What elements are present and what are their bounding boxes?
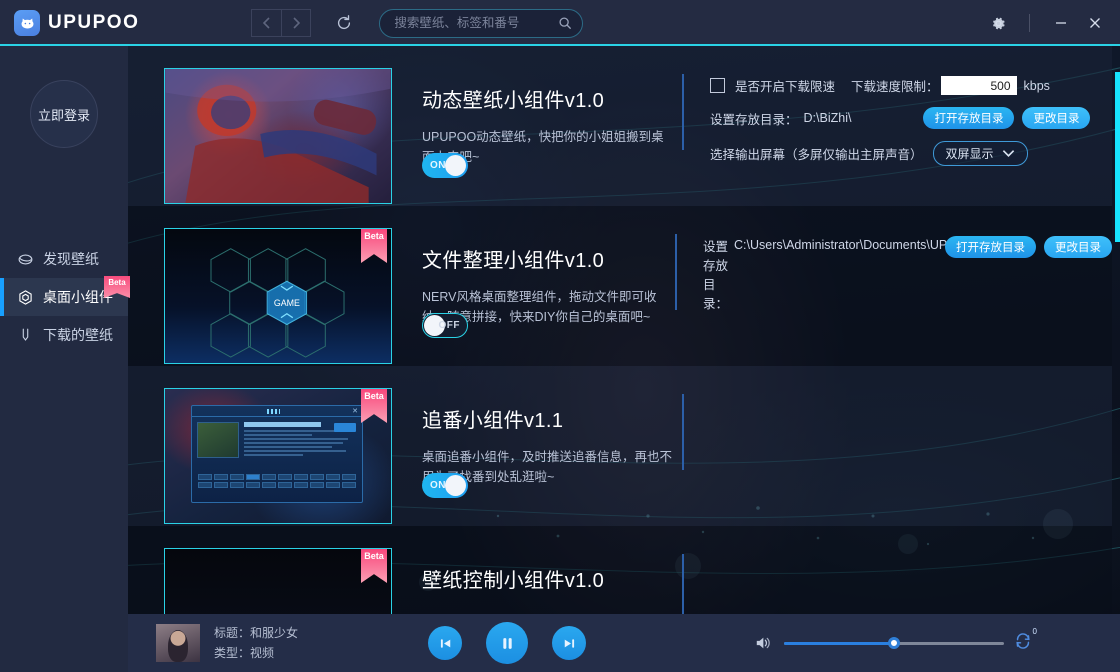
close-icon[interactable]	[1078, 0, 1112, 46]
sidebar-item-label: 发现壁纸	[43, 251, 99, 267]
beta-badge: Beta	[104, 276, 130, 298]
output-screen-label: 选择输出屏幕（多屏仅输出主屏声音）	[710, 148, 923, 162]
sidebar: 立即登录 发现壁纸 桌面小组件 Beta 下载的壁纸	[0, 46, 130, 672]
toggle-knob	[445, 155, 466, 176]
sidebar-item-downloaded-wallpaper[interactable]: 下载的壁纸	[0, 316, 128, 354]
open-dir-button[interactable]: 打开存放目录	[923, 107, 1015, 129]
toggle-state-label: OFF	[438, 320, 460, 331]
download-arrow-icon	[16, 326, 34, 344]
hexagon-icon	[16, 288, 34, 306]
login-button[interactable]: 立即登录	[30, 80, 98, 148]
anime-tracker-thumbnail[interactable]: ✕ Beta	[164, 388, 392, 524]
output-screen-value: 双屏显示	[945, 147, 994, 161]
toggle-knob	[445, 475, 466, 496]
refresh-icon[interactable]	[331, 10, 357, 36]
chevron-down-icon	[1002, 150, 1014, 158]
storage-dir-row: 设置存放目录： C:\Users\Administrator\Documents…	[703, 236, 1112, 312]
empty-settings-panel	[682, 388, 1112, 504]
speed-limit-row: 是否开启下载限速 下载速度限制： kbps	[710, 76, 1112, 95]
volume-icon[interactable]	[754, 635, 772, 651]
widget-enable-toggle[interactable]: ON	[422, 153, 468, 178]
volume-control	[754, 635, 1004, 651]
anime-info-panel: ✕	[191, 405, 363, 503]
svg-text:GAME: GAME	[274, 298, 300, 308]
storage-dir-value: D:\BiZhi\	[803, 111, 852, 125]
widget-enable-toggle[interactable]: OFF	[422, 313, 468, 338]
volume-slider[interactable]	[784, 637, 1004, 649]
widget-title: 文件整理小组件v1.0	[422, 250, 605, 272]
speed-unit-label: kbps	[1023, 78, 1050, 93]
widget-card-list: 动态壁纸小组件v1.0 UPUPOO动态壁纸，快把你的小姐姐搬到桌面上来吧~ O…	[128, 46, 1112, 672]
minimize-icon[interactable]	[1044, 0, 1078, 46]
nav-buttons	[251, 9, 312, 37]
app-logo: UPUPOO	[14, 10, 139, 36]
output-screen-row: 选择输出屏幕（多屏仅输出主屏声音） 双屏显示	[710, 141, 1112, 166]
player-bar: 标题：和服少女 类型：视频 0	[128, 614, 1120, 672]
sidebar-item-label: 桌面小组件	[43, 289, 113, 305]
widget-card: GAME Beta 文件整理小组件v1.0 NERV风格桌面整理组件，拖动文件即…	[128, 206, 1112, 366]
change-dir-button[interactable]: 更改目录	[1022, 107, 1091, 129]
loop-icon[interactable]: 0	[1012, 627, 1037, 656]
upupoo-app-window: UPUPOO 搜索壁纸、标签和番号 立即登录 发现壁纸 桌面小组件 Beta 下…	[0, 0, 1120, 672]
widget-title: 壁纸控制小组件v1.0	[422, 570, 605, 592]
next-track-icon[interactable]	[552, 626, 586, 660]
toggle-state-label: ON	[430, 480, 446, 491]
hexagon-grid-thumbnail[interactable]: GAME Beta	[164, 228, 392, 364]
speed-limit-input[interactable]	[940, 76, 1017, 95]
now-playing-thumbnail	[156, 624, 200, 662]
search-box[interactable]	[379, 8, 584, 38]
open-dir-button[interactable]: 打开存放目录	[945, 236, 1036, 258]
back-button[interactable]	[251, 9, 282, 37]
compass-icon	[16, 250, 34, 268]
widget-card: 动态壁纸小组件v1.0 UPUPOO动态壁纸，快把你的小姐姐搬到桌面上来吧~ O…	[128, 46, 1112, 206]
widget-info: 动态壁纸小组件v1.0 UPUPOO动态壁纸，快把你的小姐姐搬到桌面上来吧~ O…	[392, 68, 682, 184]
speed-limit-label: 是否开启下载限速	[735, 80, 836, 94]
widget-card: ✕ Beta 追番小组件v1.1 桌面追番小组件，及时推送追番信息，再也不用为了…	[128, 366, 1112, 526]
download-settings-panel: 是否开启下载限速 下载速度限制： kbps 设置存放目录： D:\BiZhi\ …	[682, 68, 1112, 184]
app-logo-text: UPUPOO	[48, 12, 140, 33]
widget-info: 追番小组件v1.1 桌面追番小组件，及时推送追番信息，再也不用为了找番到处乱逛啦…	[392, 388, 682, 504]
now-playing-meta: 标题：和服少女 类型：视频	[214, 623, 298, 663]
window-controls	[981, 0, 1120, 46]
forward-button[interactable]	[281, 9, 312, 37]
storage-dir-value: C:\Users\Administrator\Documents\UPUPOO\…	[734, 238, 1031, 252]
game-character-thumbnail[interactable]	[164, 68, 392, 204]
storage-dir-label: 设置存放目录：	[710, 112, 798, 127]
search-icon[interactable]	[558, 16, 572, 30]
change-dir-button[interactable]: 更改目录	[1044, 236, 1112, 258]
gear-icon[interactable]	[981, 0, 1015, 46]
storage-dir-label: 设置存放目录：	[703, 240, 729, 311]
now-playing-type: 类型：视频	[214, 646, 275, 660]
widget-enable-toggle[interactable]: ON	[422, 473, 468, 498]
output-screen-select[interactable]: 双屏显示	[932, 141, 1028, 166]
storage-dir-row: 设置存放目录： D:\BiZhi\ 打开存放目录 更改目录	[710, 107, 1112, 129]
loop-count-badge: 0	[1032, 626, 1037, 636]
pause-icon[interactable]	[486, 622, 528, 664]
toggle-state-label: ON	[430, 160, 446, 171]
main-scrollbar[interactable]	[1115, 46, 1120, 672]
sidebar-item-discover-wallpaper[interactable]: 发现壁纸	[0, 240, 128, 278]
sidebar-item-desktop-widgets[interactable]: 桌面小组件 Beta	[0, 276, 130, 316]
search-input[interactable]	[394, 16, 559, 30]
widget-info: 文件整理小组件v1.0 NERV风格桌面整理组件，拖动文件即可收纳，随意拼接，快…	[392, 228, 675, 344]
sidebar-item-label: 下载的壁纸	[43, 327, 113, 343]
speed-value-label: 下载速度限制：	[851, 80, 939, 94]
widget-title: 追番小组件v1.1	[422, 410, 564, 432]
volume-fill	[784, 641, 894, 645]
scrollbar-thumb[interactable]	[1115, 72, 1120, 242]
playback-controls	[428, 622, 586, 664]
speed-limit-checkbox[interactable]	[710, 78, 725, 93]
sidebar-nav: 发现壁纸 桌面小组件 Beta 下载的壁纸	[0, 240, 130, 354]
main-content: 动态壁纸小组件v1.0 UPUPOO动态壁纸，快把你的小姐姐搬到桌面上来吧~ O…	[128, 46, 1120, 672]
widget-title: 动态壁纸小组件v1.0	[422, 90, 605, 112]
volume-slider-knob[interactable]	[888, 637, 900, 649]
previous-track-icon[interactable]	[428, 626, 462, 660]
widget-scroll-area[interactable]: 动态壁纸小组件v1.0 UPUPOO动态壁纸，快把你的小姐姐搬到桌面上来吧~ O…	[128, 46, 1112, 672]
upupoo-cat-logo-icon	[14, 10, 40, 36]
now-playing-title: 标题：和服少女	[214, 626, 299, 640]
title-bar: UPUPOO	[0, 0, 1120, 46]
control-divider	[1029, 14, 1030, 32]
storage-settings-panel: 设置存放目录： C:\Users\Administrator\Documents…	[675, 228, 1112, 344]
